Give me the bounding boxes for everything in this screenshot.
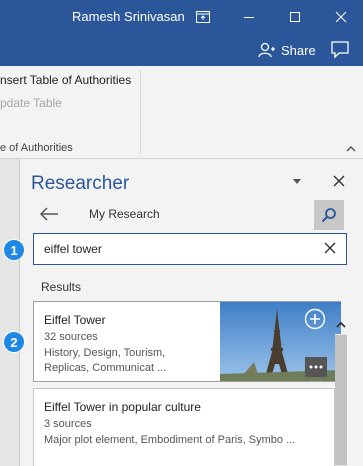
researcher-pane: Researcher My Research Results Eiffel To… xyxy=(21,159,363,466)
close-window-button[interactable] xyxy=(318,0,363,33)
comments-button[interactable] xyxy=(330,39,350,64)
update-table-button[interactable]: pdate Table xyxy=(0,96,62,110)
ribbon-display-options-button[interactable] xyxy=(180,0,226,33)
minimize-button[interactable] xyxy=(226,0,272,33)
command-bar: Share xyxy=(0,33,363,66)
result-description: Major plot element, Embodiment of Paris,… xyxy=(44,434,296,446)
share-button[interactable]: Share xyxy=(258,40,316,60)
eiffel-tower-image[interactable] xyxy=(220,302,341,381)
result-title[interactable]: Eiffel Tower xyxy=(44,313,106,327)
insert-table-of-authorities-button[interactable]: nsert Table of Authorities xyxy=(0,73,131,87)
more-icon xyxy=(309,365,323,369)
callout-badge-1: 1 xyxy=(3,239,25,261)
title-bar: Ramesh Srinivasan xyxy=(0,0,363,33)
maximize-button[interactable] xyxy=(272,0,318,33)
scroll-up-icon[interactable] xyxy=(335,318,347,332)
back-arrow-icon[interactable] xyxy=(39,207,59,221)
search-input[interactable] xyxy=(34,234,314,264)
more-options-button[interactable] xyxy=(305,357,327,377)
restore-ribbon-icon xyxy=(196,10,210,23)
result-title[interactable]: Eiffel Tower in popular culture xyxy=(44,400,201,414)
ribbon-divider xyxy=(140,70,141,154)
ribbon: nsert Table of Authorities pdate Table e… xyxy=(0,66,363,159)
minimize-icon xyxy=(244,16,254,18)
dropdown-icon[interactable] xyxy=(292,177,302,185)
ribbon-group-label: e of Authorities xyxy=(0,142,73,154)
user-name[interactable]: Ramesh Srinivasan xyxy=(72,9,185,24)
document-area[interactable] xyxy=(0,159,20,466)
pane-close-icon[interactable] xyxy=(333,175,345,187)
result-description: History, Design, Tourism, Replicas, Comm… xyxy=(44,347,167,374)
result-sources: 3 sources xyxy=(44,418,92,430)
search-button[interactable] xyxy=(314,200,344,230)
share-label: Share xyxy=(281,42,316,58)
callout-badge-2: 2 xyxy=(3,331,25,353)
maximize-icon xyxy=(290,11,300,22)
results-heading: Results xyxy=(41,280,82,294)
result-card[interactable]: Eiffel Tower 32 sources History, Design,… xyxy=(33,301,341,382)
close-icon xyxy=(335,11,347,22)
breadcrumb: My Research xyxy=(89,207,160,221)
result-sources: 32 sources xyxy=(44,331,98,343)
clear-icon[interactable] xyxy=(324,242,336,254)
scrollbar-thumb[interactable] xyxy=(335,335,347,465)
search-field[interactable] xyxy=(33,233,347,265)
comment-icon xyxy=(331,41,349,59)
search-icon xyxy=(321,208,336,223)
pane-title: Researcher xyxy=(31,173,130,194)
collapse-ribbon-icon[interactable] xyxy=(345,145,357,153)
share-person-icon xyxy=(258,42,275,58)
result-card[interactable]: Eiffel Tower in popular culture 3 source… xyxy=(33,388,335,466)
add-icon[interactable] xyxy=(304,308,326,330)
